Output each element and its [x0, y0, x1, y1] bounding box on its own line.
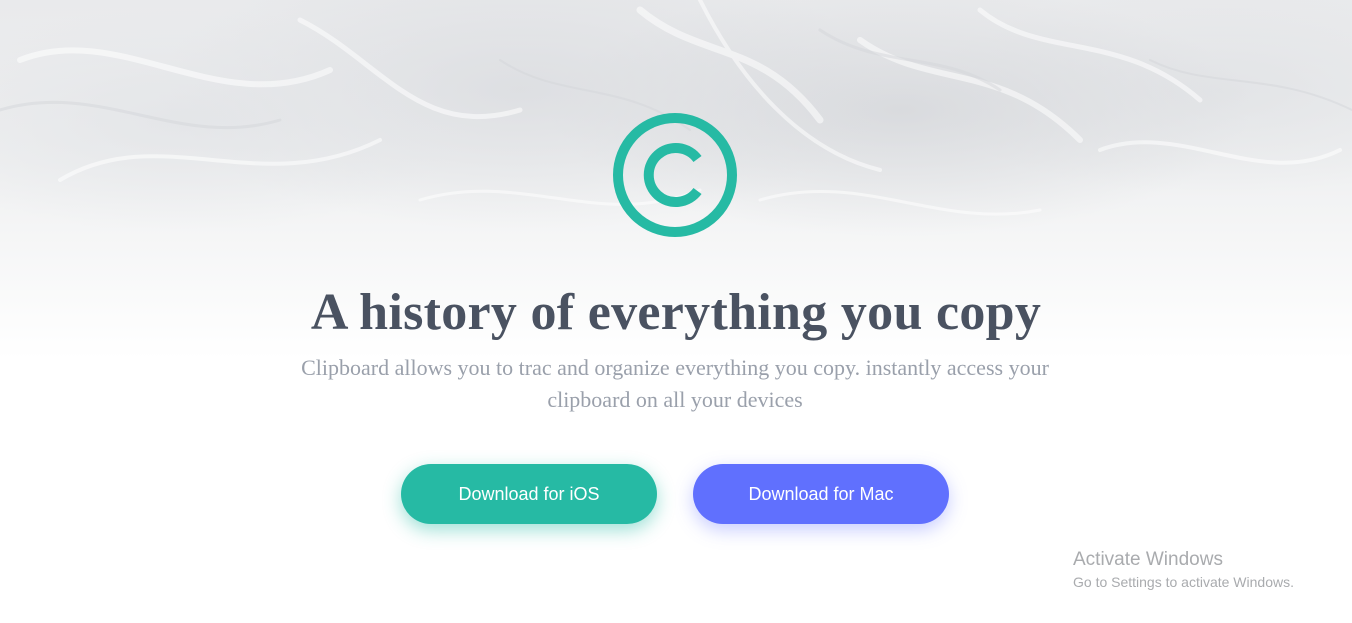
- watermark-title: Activate Windows: [1073, 549, 1223, 570]
- copyright-c-icon: [613, 113, 737, 237]
- download-ios-button[interactable]: Download for iOS: [401, 464, 657, 524]
- activate-windows-watermark: Activate Windows Go to Settings to activ…: [1073, 548, 1294, 592]
- download-mac-button[interactable]: Download for Mac: [693, 464, 949, 524]
- page-title: A history of everything you copy: [310, 284, 1042, 341]
- landing-page: A history of everything you copy Clipboa…: [0, 0, 1352, 623]
- watermark-subtitle: Go to Settings to activate Windows.: [1073, 574, 1294, 590]
- page-subtitle: Clipboard allows you to trac and organiz…: [301, 355, 1049, 412]
